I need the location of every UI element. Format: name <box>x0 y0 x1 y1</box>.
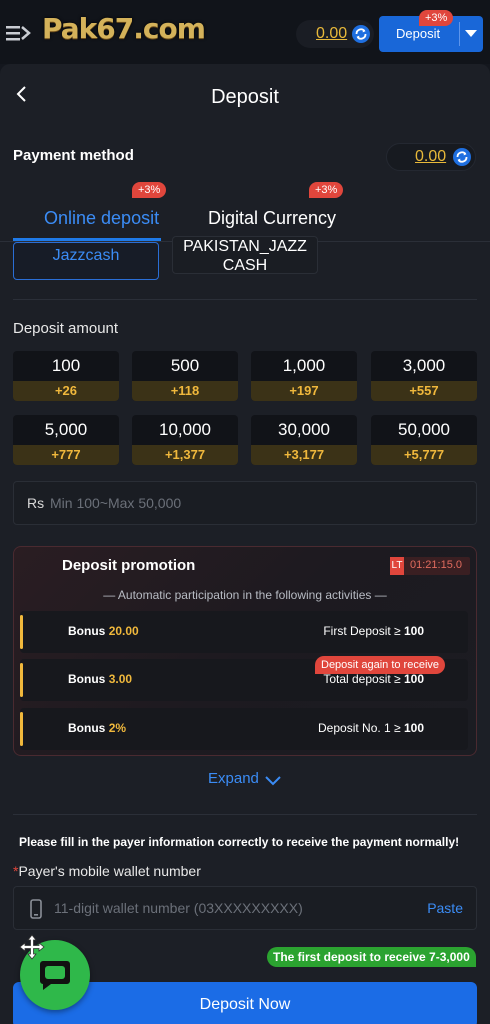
condition-text: First Deposit ≥ 100 <box>323 624 424 638</box>
amount-option[interactable]: 100 +26 <box>13 351 119 401</box>
phone-icon <box>30 899 42 919</box>
amount-value: 10,000 <box>159 420 211 439</box>
amount-option[interactable]: 50,000 +5,777 <box>371 415 477 465</box>
amount-bonus: +26 <box>13 381 119 401</box>
tab-digital-badge: +3% <box>309 182 344 198</box>
deposit-amount-label: Deposit amount <box>13 320 119 337</box>
wallet-number-input[interactable]: 11-digit wallet number (03XXXXXXXXX) Pas… <box>13 886 477 930</box>
row-accent-bar <box>20 615 23 649</box>
refresh-icon[interactable] <box>351 24 371 44</box>
amount-option[interactable]: 500 +118 <box>132 351 238 401</box>
tab-online-badge: +3% <box>132 182 167 198</box>
bonus-value: 20.00 <box>108 624 139 638</box>
promotion-row: Bonus 2% Deposit No. 1 ≥ 100 <box>20 708 468 750</box>
bonus-label: Bonus <box>68 672 106 686</box>
section-divider <box>13 814 477 815</box>
amount-bonus: +1,377 <box>132 445 238 465</box>
condition-text: Deposit No. 1 ≥ 100 <box>318 721 424 735</box>
amount-option[interactable]: 5,000 +777 <box>13 415 119 465</box>
bonus-value: 2% <box>108 721 127 735</box>
amount-value: 3,000 <box>402 356 446 375</box>
site-logo[interactable]: Pak67.com <box>42 12 206 45</box>
amount-input[interactable]: Rs Min 100~Max 50,000 <box>13 481 477 525</box>
amount-value: 5,000 <box>44 420 88 439</box>
amount-value: 50,000 <box>398 420 450 439</box>
deposit-panel: Deposit Payment method 0.00 +3% +3% Onli… <box>0 64 490 1024</box>
condition-label: Total deposit ≥ <box>323 672 401 686</box>
amount-value: 30,000 <box>278 420 330 439</box>
chevron-down-icon[interactable] <box>465 30 477 37</box>
chevron-down-icon[interactable] <box>265 776 281 786</box>
timer-tag: LT <box>390 557 404 575</box>
refresh-icon[interactable] <box>452 147 472 167</box>
amount-placeholder: Min 100~Max 50,000 <box>50 495 182 511</box>
promotion-title: Deposit promotion <box>62 557 196 574</box>
subtitle-dash-right: — <box>371 588 387 602</box>
amount-bonus: +777 <box>13 445 119 465</box>
currency-label: Rs <box>27 495 45 511</box>
tab-digital-currency[interactable]: Digital Currency <box>208 208 336 229</box>
top-bar: Pak67.com 0.00 Deposit +3% <box>0 0 490 64</box>
drag-move-icon[interactable] <box>19 934 45 960</box>
condition-text: Total deposit ≥ 100 <box>323 672 424 686</box>
promotion-timer: LT 01:21:15.0 <box>390 557 470 575</box>
row-accent-bar <box>20 663 23 697</box>
header-balance-value: 0.00 <box>316 25 348 42</box>
deposit-again-badge: Deposit again to receive <box>315 656 446 674</box>
bonus-text: Bonus 20.00 <box>68 624 139 638</box>
payment-balance-value: 0.00 <box>415 148 447 165</box>
bonus-label: Bonus <box>68 624 106 638</box>
condition-threshold: 100 <box>403 721 424 735</box>
amount-bonus: +197 <box>251 381 357 401</box>
payment-balance: 0.00 <box>386 143 476 171</box>
condition-label: First Deposit ≥ <box>323 624 401 638</box>
chat-bubble-icon <box>40 961 70 990</box>
payer-label-text: Payer's mobile wallet number <box>18 863 201 879</box>
menu-arrow-icon[interactable] <box>6 22 32 44</box>
tab-online-deposit[interactable]: Online deposit <box>44 208 159 229</box>
condition-label: Deposit No. 1 ≥ <box>318 721 401 735</box>
row-accent-bar <box>20 712 23 746</box>
first-deposit-badge: The first deposit to receive 7-3,000 <box>267 947 476 967</box>
subtitle-dash-left: — <box>103 588 118 602</box>
bonus-value: 3.00 <box>108 672 133 686</box>
amount-option[interactable]: 3,000 +557 <box>371 351 477 401</box>
condition-threshold: 100 <box>403 672 424 686</box>
amount-value: 1,000 <box>282 356 326 375</box>
header-deposit-label: Deposit <box>396 26 441 41</box>
payer-field-label: *Payer's mobile wallet number <box>13 863 201 879</box>
header-balance: 0.00 <box>296 20 374 48</box>
expand-button[interactable]: Expand <box>208 770 259 787</box>
amount-bonus: +5,777 <box>371 445 477 465</box>
bonus-label: Bonus <box>68 721 106 735</box>
amount-option[interactable]: 1,000 +197 <box>251 351 357 401</box>
page-title: Deposit <box>211 86 279 108</box>
amount-bonus: +118 <box>132 381 238 401</box>
deposit-promotion-card: Deposit promotion LT 01:21:15.0 — Automa… <box>13 546 477 756</box>
promotion-row: Bonus 20.00 First Deposit ≥ 100 <box>20 611 468 653</box>
wallet-placeholder: 11-digit wallet number (03XXXXXXXXX) <box>54 900 303 916</box>
paste-button[interactable]: Paste <box>427 900 463 916</box>
amount-option[interactable]: 10,000 +1,377 <box>132 415 238 465</box>
deposit-button-separator <box>459 22 460 46</box>
payer-notice: Please fill in the payer information cor… <box>19 835 460 849</box>
method-jazzcash[interactable]: Jazzcash <box>13 242 159 280</box>
method-pakistan-jazz-cash[interactable]: PAKISTAN_JAZZ CASH <box>172 236 318 274</box>
bonus-text: Bonus 2% <box>68 721 126 735</box>
section-divider <box>13 299 477 300</box>
promotion-subtitle: — Automatic participation in the followi… <box>14 588 476 602</box>
amount-bonus: +557 <box>371 381 477 401</box>
promotion-subtitle-text: Automatic participation in the following… <box>117 588 372 602</box>
payment-method-label: Payment method <box>13 147 134 164</box>
header-deposit-badge: +3% <box>419 10 454 26</box>
condition-threshold: 100 <box>403 624 424 638</box>
amount-value: 100 <box>51 356 81 375</box>
amount-value: 500 <box>170 356 200 375</box>
bonus-text: Bonus 3.00 <box>68 672 132 686</box>
amount-bonus: +3,177 <box>251 445 357 465</box>
timer-value: 01:21:15.0 <box>410 559 462 571</box>
amount-option[interactable]: 30,000 +3,177 <box>251 415 357 465</box>
